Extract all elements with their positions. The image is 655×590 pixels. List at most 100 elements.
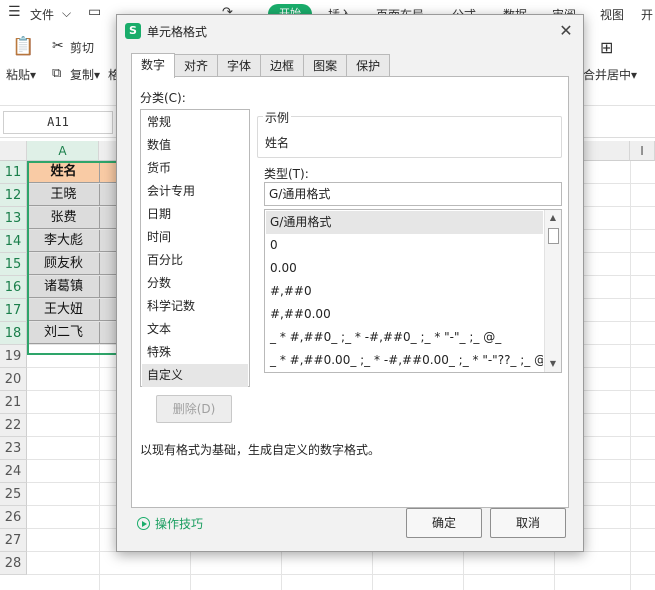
row-header[interactable]: 18: [0, 322, 27, 345]
dialog-tabs: 数字 对齐 字体 边框 图案 保护: [131, 53, 391, 78]
close-icon[interactable]: ✕: [555, 20, 577, 42]
format-list[interactable]: G/通用格式 0 0.00 #,##0 #,##0.00 _ * #,##0_ ;_ * …: [264, 209, 562, 373]
copy-icon[interactable]: ⧉: [52, 66, 61, 81]
row-header[interactable]: 20: [0, 368, 27, 391]
name-cell[interactable]: 王晓: [28, 184, 99, 206]
chevron-down-icon[interactable]: ⌵: [62, 6, 71, 21]
column-header[interactable]: I: [630, 141, 655, 161]
adjacent-cell[interactable]: [99, 161, 117, 183]
tab-4[interactable]: 边框: [260, 54, 305, 78]
name-box[interactable]: A11: [3, 111, 113, 134]
category-item[interactable]: 特殊: [142, 341, 248, 364]
scroll-up-icon[interactable]: ▲: [545, 211, 561, 225]
select-all-corner[interactable]: [0, 141, 27, 161]
menu-view[interactable]: 视图: [600, 6, 624, 23]
category-item[interactable]: 日期: [142, 203, 248, 226]
header-cell[interactable]: 姓名: [28, 161, 99, 183]
category-item[interactable]: 数值: [142, 134, 248, 157]
format-item[interactable]: _ * #,##0_ ;_ * -#,##0_ ;_ * "-"_ ;_ @_: [266, 326, 543, 349]
menu-more[interactable]: 开: [641, 6, 653, 23]
category-item[interactable]: 货币: [142, 157, 248, 180]
number-tab-panel: 分类(C): 常规 数值 货币 会计专用 日期 时间 百分比 分数 科学记数 文本 特殊 自定义 示例…: [131, 76, 569, 508]
column-header[interactable]: A: [27, 141, 99, 161]
tips-link[interactable]: 操作技巧: [137, 515, 203, 532]
wps-app-icon: S: [125, 23, 141, 39]
category-list[interactable]: 常规 数值 货币 会计专用 日期 时间 百分比 分数 科学记数 文本 特殊 自定义: [140, 109, 250, 387]
scroll-down-icon[interactable]: ▼: [545, 357, 561, 371]
dialog-titlebar[interactable]: S 单元格格式 ✕: [117, 15, 583, 47]
format-item[interactable]: 0: [266, 234, 543, 257]
name-cell[interactable]: 王大妞: [28, 299, 99, 321]
tab-3[interactable]: 字体: [217, 54, 262, 78]
menu-file[interactable]: 文件: [30, 6, 54, 23]
category-item[interactable]: 会计专用: [142, 180, 248, 203]
row-header[interactable]: 15: [0, 253, 27, 276]
name-cell[interactable]: 顾友秋: [28, 253, 99, 275]
row-header[interactable]: 24: [0, 460, 27, 483]
format-item[interactable]: 0.00: [266, 257, 543, 280]
format-cells-dialog: S 单元格格式 ✕ 数字 对齐 字体 边框 图案 保护 分类(C): 常规 数值 货币 会计专用…: [116, 14, 584, 552]
category-item[interactable]: 时间: [142, 226, 248, 249]
row-header[interactable]: 21: [0, 391, 27, 414]
format-item[interactable]: G/通用格式: [266, 211, 543, 234]
row-header[interactable]: 25: [0, 483, 27, 506]
save-icon[interactable]: ▭: [88, 4, 101, 20]
row-header[interactable]: 12: [0, 184, 27, 207]
merge-center-button[interactable]: 合并居中▾: [583, 66, 637, 83]
adjacent-cell[interactable]: [99, 184, 117, 206]
row-header[interactable]: 19: [0, 345, 27, 368]
adjacent-cell[interactable]: [99, 253, 117, 275]
row-header[interactable]: 11: [0, 161, 27, 184]
adjacent-cell[interactable]: [99, 207, 117, 229]
adjacent-cell[interactable]: [99, 230, 117, 252]
paste-button[interactable]: 粘贴▾: [6, 66, 36, 83]
description-text: 以现有格式为基础，生成自定义的数字格式。: [140, 443, 381, 457]
tab-6[interactable]: 保护: [346, 54, 391, 78]
scissors-icon[interactable]: ✂: [52, 38, 64, 54]
tips-label[interactable]: 操作技巧: [155, 515, 203, 532]
format-list-scrollbar[interactable]: ▲ ▼: [544, 210, 561, 372]
row-header[interactable]: 22: [0, 414, 27, 437]
cancel-button[interactable]: 取消: [490, 508, 566, 538]
dialog-title: 单元格格式: [147, 25, 208, 39]
row-header[interactable]: 28: [0, 552, 27, 575]
row-header[interactable]: 26: [0, 506, 27, 529]
format-item[interactable]: #,##0.00: [266, 303, 543, 326]
adjacent-cell[interactable]: [99, 299, 117, 321]
merge-icon[interactable]: ⊞: [600, 38, 613, 57]
cut-button[interactable]: 剪切: [70, 39, 94, 56]
category-item[interactable]: 自定义: [142, 364, 248, 387]
type-label: 类型(T):: [264, 167, 309, 181]
type-input[interactable]: G/通用格式: [264, 182, 562, 206]
paste-icon[interactable]: 📋: [12, 36, 34, 57]
format-item[interactable]: _ * #,##0.00_ ;_ * -#,##0.00_ ;_ * "-"??…: [266, 349, 543, 372]
delete-button[interactable]: 删除(D): [156, 395, 232, 423]
row-header[interactable]: 23: [0, 437, 27, 460]
category-item[interactable]: 百分比: [142, 249, 248, 272]
name-cell[interactable]: 李大彪: [28, 230, 99, 252]
format-item[interactable]: #,##0: [266, 280, 543, 303]
category-item[interactable]: 文本: [142, 318, 248, 341]
category-item[interactable]: 常规: [142, 111, 248, 134]
row-header[interactable]: 13: [0, 207, 27, 230]
category-item[interactable]: 分数: [142, 272, 248, 295]
tab-2[interactable]: 对齐: [174, 54, 219, 78]
row-header[interactable]: 17: [0, 299, 27, 322]
sample-box: [257, 116, 562, 158]
tab-5[interactable]: 图案: [303, 54, 348, 78]
row-header[interactable]: 27: [0, 529, 27, 552]
adjacent-cell[interactable]: [99, 276, 117, 298]
gridline: [630, 161, 631, 590]
scroll-thumb[interactable]: [548, 228, 559, 244]
adjacent-cell[interactable]: [99, 322, 117, 344]
row-header[interactable]: 14: [0, 230, 27, 253]
copy-button[interactable]: 复制▾: [70, 66, 100, 83]
name-cell[interactable]: 刘二飞: [28, 322, 99, 344]
hamburger-icon[interactable]: ☰: [8, 4, 21, 20]
ok-button[interactable]: 确定: [406, 508, 482, 538]
name-cell[interactable]: 张费: [28, 207, 99, 229]
name-cell[interactable]: 诸葛镇: [28, 276, 99, 298]
category-item[interactable]: 科学记数: [142, 295, 248, 318]
row-header[interactable]: 16: [0, 276, 27, 299]
tab-1[interactable]: 数字: [131, 53, 176, 78]
